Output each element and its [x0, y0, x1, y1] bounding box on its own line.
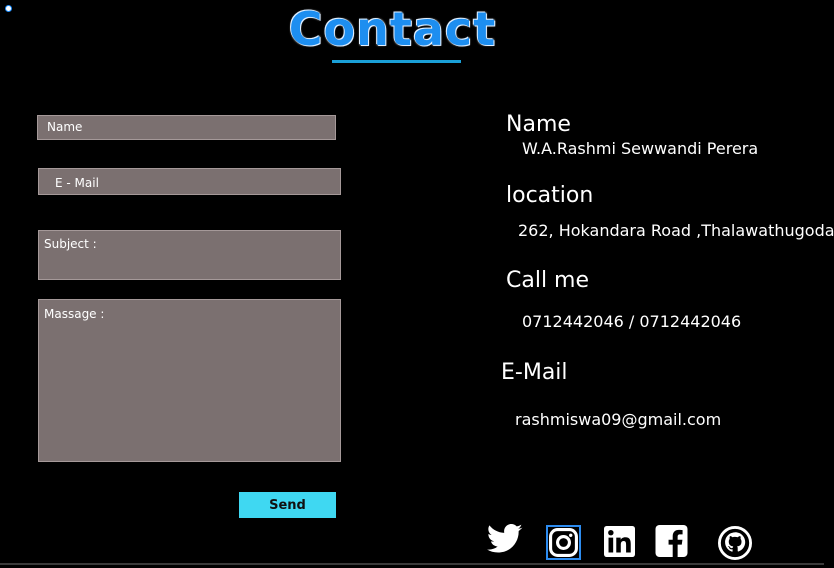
instagram-icon[interactable] [546, 525, 581, 560]
location-heading: location [506, 183, 594, 208]
page-title: Contact [288, 2, 497, 56]
bottom-divider [0, 563, 824, 565]
twitter-icon[interactable] [487, 524, 523, 554]
title-underline [332, 60, 461, 63]
email-value: rashmiswa09@gmail.com [515, 410, 722, 429]
github-icon[interactable] [718, 526, 752, 560]
location-value: 262, Hokandara Road ,Thalawathugoda [518, 221, 834, 240]
name-heading: Name [506, 112, 571, 137]
call-value: 0712442046 / 0712442046 [522, 312, 742, 331]
message-placeholder: Massage : [44, 307, 105, 321]
email-placeholder: E - Mail [55, 176, 99, 190]
subject-input[interactable]: Subject : [38, 230, 341, 280]
send-button[interactable]: Send [239, 492, 336, 518]
linkedin-icon[interactable] [604, 526, 635, 557]
call-heading: Call me [506, 268, 590, 293]
name-value: W.A.Rashmi Sewwandi Perera [522, 139, 759, 158]
subject-placeholder: Subject : [44, 237, 97, 251]
facebook-icon[interactable] [655, 525, 688, 557]
name-input[interactable]: Name [37, 115, 336, 140]
message-textarea[interactable]: Massage : [38, 299, 341, 462]
name-placeholder: Name [47, 120, 83, 134]
email-input[interactable]: E - Mail [38, 168, 341, 195]
email-heading: E-Mail [501, 360, 568, 385]
